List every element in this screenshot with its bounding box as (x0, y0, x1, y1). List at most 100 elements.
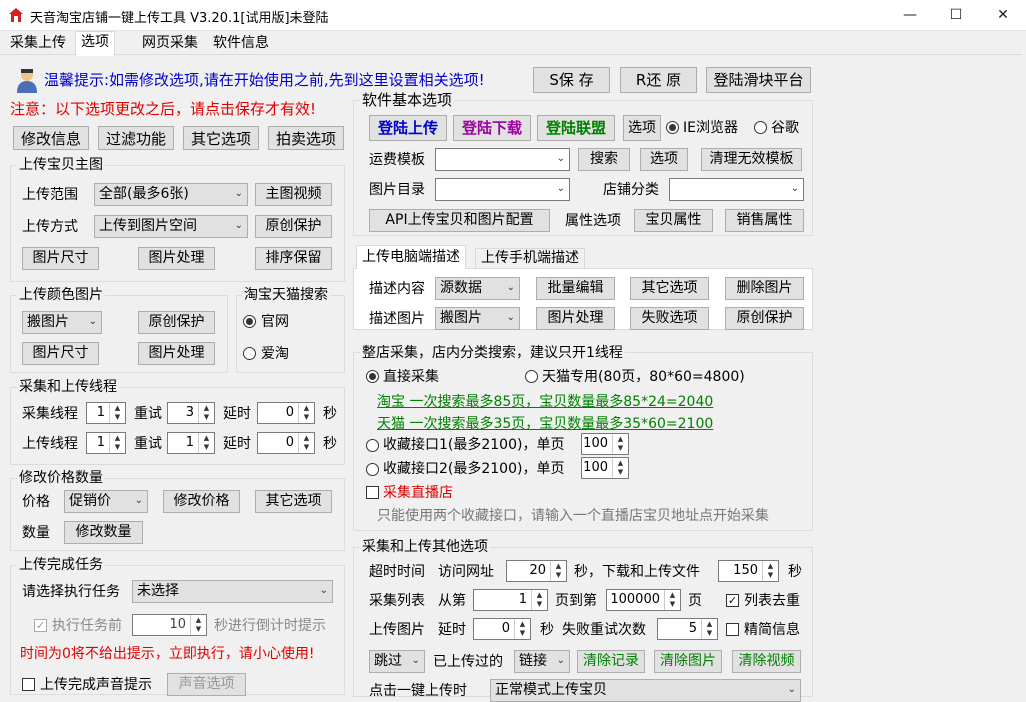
tab-options[interactable]: 选项 (75, 31, 115, 56)
fail-options-button[interactable]: 失败选项 (630, 307, 709, 330)
batch-edit-button[interactable]: 批量编辑 (536, 277, 615, 300)
delay-input-2[interactable]: 0 ▲ ▼ (257, 432, 315, 454)
tmall-search-link[interactable]: 天猫 一次搜索最多35页，宝贝数量最多35*60=2100 (377, 413, 713, 433)
desc-other-options-button[interactable]: 其它选项 (630, 277, 709, 300)
from-page-input[interactable]: 1 ▲ ▼ (473, 589, 548, 611)
exec-task-checkbox[interactable]: ✓ (34, 619, 47, 632)
other-options-button[interactable]: 其它选项 (183, 126, 259, 150)
taobao-search-link[interactable]: 淘宝 一次搜索最多85页，宝贝数量最多85*24=2040 (377, 391, 713, 411)
login-options-button[interactable]: 选项 (623, 115, 661, 141)
freight-search-button[interactable]: 搜索 (578, 148, 630, 171)
fail-retry-label: 失败重试次数 (562, 622, 646, 638)
exec-countdown-input[interactable]: 10 ▲ ▼ (132, 614, 207, 636)
live-shop-checkbox[interactable] (366, 486, 379, 499)
save-button[interactable]: S保 存 (533, 67, 610, 93)
chrome-radio[interactable] (754, 121, 767, 134)
skip-select[interactable]: 跳过 ⌄ (369, 650, 425, 673)
ie-browser-radio[interactable] (666, 121, 679, 134)
price-title: 修改价格数量 (17, 470, 105, 486)
to-page-input[interactable]: 100000 ▲ ▼ (606, 589, 681, 611)
filter-button[interactable]: 过滤功能 (98, 126, 174, 150)
tab-collect-upload[interactable]: 采集上传 (5, 33, 71, 55)
auction-options-button[interactable]: 拍卖选项 (268, 126, 344, 150)
login-upload-button[interactable]: 登陆上传 (369, 115, 447, 141)
retry-input-2[interactable]: 1 ▲ ▼ (167, 432, 215, 454)
upload-delay-input[interactable]: 0 ▲ ▼ (473, 618, 531, 640)
desc-image-process-button[interactable]: 图片处理 (536, 307, 615, 330)
login-download-button[interactable]: 登陆下载 (453, 115, 531, 141)
close-button[interactable]: ✕ (980, 0, 1026, 31)
tip-text: 温馨提示:如需修改选项,请在开始使用之前,先到这里设置相关选项! (44, 71, 485, 89)
color-image-select[interactable]: 搬图片 ⌄ (22, 311, 102, 334)
color-image-size-button[interactable]: 图片尺寸 (22, 342, 99, 365)
partial-upload-label: 点击一键上传时 (369, 683, 467, 699)
shop-category-select[interactable]: ⌄ (669, 178, 804, 201)
clear-images-button[interactable]: 清除图片 (654, 650, 722, 673)
restore-button[interactable]: R还 原 (620, 67, 697, 93)
collect-thread-input[interactable]: 1 ▲ ▼ (86, 402, 126, 424)
range-label: 上传范围 (22, 187, 78, 203)
upload-image-label: 上传图片 (369, 622, 425, 638)
image-size-button[interactable]: 图片尺寸 (22, 247, 99, 270)
link-select[interactable]: 链接 ⌄ (514, 650, 570, 673)
modify-price-button[interactable]: 修改价格 (163, 490, 240, 513)
minimize-button[interactable]: — (887, 0, 933, 31)
desc-original-protect-button[interactable]: 原创保护 (725, 307, 804, 330)
login-slider-button[interactable]: 登陆滑块平台 (706, 67, 811, 93)
fav-api-2-radio[interactable] (366, 463, 379, 476)
tmall-only-radio[interactable] (525, 370, 538, 383)
delete-image-button[interactable]: 删除图片 (725, 277, 804, 300)
color-image-process-button[interactable]: 图片处理 (138, 342, 215, 365)
clear-records-button[interactable]: 清除记录 (577, 650, 645, 673)
dedup-checkbox[interactable]: ✓ (726, 594, 739, 607)
simplify-checkbox[interactable] (726, 623, 739, 636)
desc-image-select[interactable]: 搬图片 ⌄ (435, 307, 520, 330)
image-process-button[interactable]: 图片处理 (138, 247, 215, 270)
image-dir-select[interactable]: ⌄ (435, 178, 570, 201)
download-timeout-input[interactable]: 150 ▲ ▼ (718, 560, 779, 582)
tab-mobile-description[interactable]: 上传手机端描述 (475, 248, 585, 268)
fail-retry-input[interactable]: 5 ▲ ▼ (657, 618, 718, 640)
maximize-button[interactable]: ☐ (933, 0, 979, 31)
sound-checkbox[interactable] (22, 678, 35, 691)
fav-api-2-label: 收藏接口2(最多2100)，单页 (383, 461, 565, 477)
fav-api-1-radio[interactable] (366, 439, 379, 452)
item-attribute-button[interactable]: 宝贝属性 (634, 209, 713, 232)
direct-collect-label: 直接采集 (383, 369, 439, 385)
freight-select[interactable]: ⌄ (435, 148, 570, 171)
retry-input-1[interactable]: 3 ▲ ▼ (167, 402, 215, 424)
task-select[interactable]: 未选择 ⌄ (132, 580, 333, 603)
clear-videos-button[interactable]: 清除视频 (732, 650, 801, 673)
direct-collect-radio[interactable] (366, 370, 379, 383)
sale-attribute-button[interactable]: 销售属性 (725, 209, 804, 232)
freight-options-button[interactable]: 选项 (640, 148, 688, 171)
login-alliance-button[interactable]: 登陆联盟 (537, 115, 615, 141)
method-select[interactable]: 上传到图片空间 ⌄ (94, 215, 248, 238)
live-shop-label: 采集直播店 (383, 485, 453, 501)
official-radio[interactable] (243, 315, 256, 328)
fav-api-1-input[interactable]: 100 ▲ ▼ (581, 433, 629, 455)
modify-quantity-button[interactable]: 修改数量 (64, 521, 143, 544)
tab-software-info[interactable]: 软件信息 (208, 33, 274, 55)
range-select[interactable]: 全部(最多6张) ⌄ (94, 183, 248, 206)
aitao-radio[interactable] (243, 347, 256, 360)
sort-keep-button[interactable]: 排序保留 (255, 247, 332, 270)
upload-thread-input[interactable]: 1 ▲ ▼ (86, 432, 126, 454)
fav-api-2-input[interactable]: 100 ▲ ▼ (581, 457, 629, 479)
software-title: 软件基本选项 (360, 91, 455, 109)
tab-web-collect[interactable]: 网页采集 (137, 33, 203, 55)
clear-invalid-template-button[interactable]: 清理无效模板 (701, 148, 802, 171)
price-other-options-button[interactable]: 其它选项 (255, 490, 332, 513)
visit-timeout-input[interactable]: 20 ▲ ▼ (506, 560, 567, 582)
main-video-button[interactable]: 主图视频 (255, 183, 332, 206)
tab-pc-description[interactable]: 上传电脑端描述 (356, 245, 466, 269)
color-original-protect-button[interactable]: 原创保护 (138, 311, 215, 334)
color-image-title: 上传颜色图片 (17, 287, 105, 303)
delay-input-1[interactable]: 0 ▲ ▼ (257, 402, 315, 424)
modify-info-button[interactable]: 修改信息 (13, 126, 89, 150)
price-select[interactable]: 促销价 ⌄ (64, 490, 148, 513)
sound-options-button[interactable]: 声音选项 (167, 673, 246, 696)
original-protect-button[interactable]: 原创保护 (255, 215, 332, 238)
desc-content-select[interactable]: 源数据 ⌄ (435, 277, 520, 300)
api-config-button[interactable]: API上传宝贝和图片配置 (369, 209, 550, 232)
